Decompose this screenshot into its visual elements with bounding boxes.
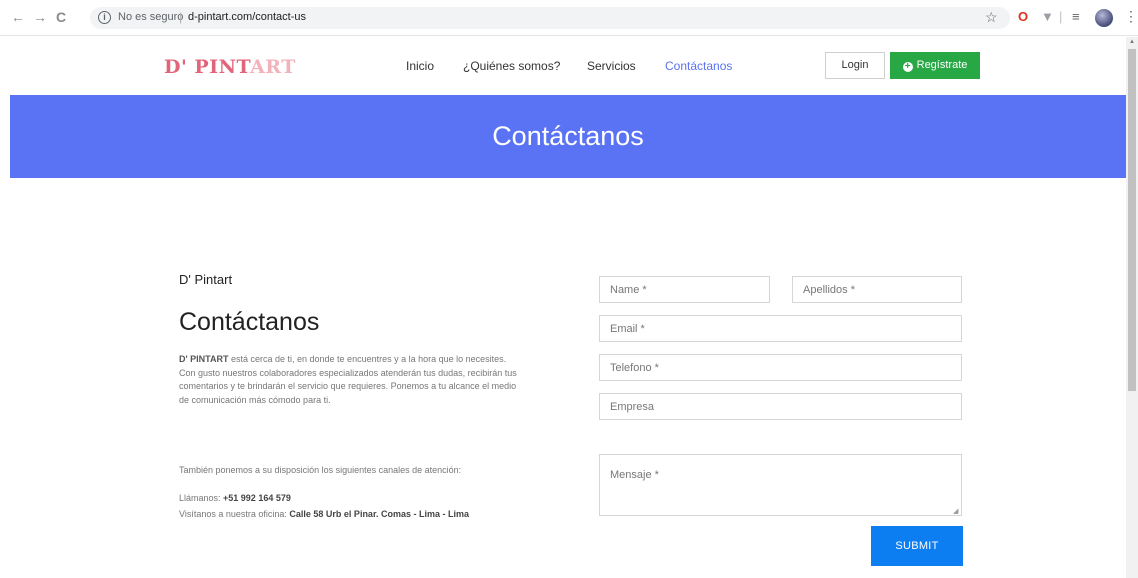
reading-list-icon[interactable]: ≡ [1072,9,1080,25]
nav-quienes-somos[interactable]: ¿Quiénes somos? [463,59,560,73]
contact-description: D' PINTART está cerca de ti, en donde te… [179,353,524,407]
bookmark-star-icon[interactable]: ☆ [985,9,998,26]
nav-servicios[interactable]: Servicios [587,59,636,73]
opera-extension-icon[interactable]: O [1018,9,1028,25]
page-banner: Contáctanos [10,95,1126,178]
phone-line: Llámanos: +51 992 164 579 [179,493,291,503]
channels-text: También ponemos a su disposición los sig… [179,465,462,475]
logo-text-dark: D' PINT [164,56,251,78]
nav-inicio[interactable]: Inicio [406,59,434,73]
register-label: Regístrate [916,59,968,71]
browser-toolbar: ← → C i No es seguro | d-pintart.com/con… [0,0,1138,36]
forward-button[interactable]: → [33,9,47,25]
reload-button[interactable]: C [56,9,66,25]
register-button[interactable]: + Regístrate [890,52,980,79]
plus-circle-icon: + [902,62,913,72]
logo-text-light: ART [250,56,296,78]
phone-number[interactable]: +51 992 164 579 [223,493,291,503]
name-input[interactable] [599,276,770,303]
contact-heading: Contáctanos [179,308,320,336]
description-text: está cerca de ti, en donde te encuentres… [179,354,517,405]
scroll-thumb[interactable] [1128,49,1136,391]
security-label[interactable]: No es seguro [118,11,183,23]
address-separator: | [179,10,183,24]
brand-name: D' Pintart [179,272,233,287]
office-address: Calle 58 Urb el Pinar. Comas - Lima - Li… [289,509,469,519]
phone-label: Llámanos: [179,493,224,503]
back-button[interactable]: ← [11,9,25,25]
telefono-input[interactable] [599,354,962,381]
empresa-input[interactable] [599,393,962,420]
page-scrollbar[interactable]: ▲ [1126,37,1138,578]
email-input[interactable] [599,315,962,342]
resize-handle-icon[interactable]: ◢ [953,507,958,515]
mensaje-textarea[interactable] [599,454,962,516]
info-icon[interactable]: i [98,11,111,24]
scroll-up-icon[interactable]: ▲ [1129,39,1135,45]
apellidos-input[interactable] [792,276,962,303]
office-line: Visítanos a nuestra oficina: Calle 58 Ur… [179,509,469,519]
office-label: Visítanos a nuestra oficina: [179,509,290,519]
toolbar-separator: | [1059,9,1063,24]
banner-title: Contáctanos [492,121,644,151]
site-header: D' PINTART Inicio ¿Quiénes somos? Servic… [0,37,1126,95]
url-text[interactable]: d-pintart.com/contact-us [188,11,306,23]
browser-menu-icon[interactable]: ⋮ [1124,8,1138,25]
nav-contactanos[interactable]: Contáctanos [665,59,732,73]
description-brand: D' PINTART [179,354,229,364]
vpn-extension-icon[interactable]: ▼ [1041,9,1054,25]
profile-avatar[interactable] [1095,9,1113,27]
submit-button[interactable]: SUBMIT [871,526,963,566]
login-button[interactable]: Login [825,52,885,79]
address-bar[interactable]: i No es seguro | d-pintart.com/contact-u… [90,7,1010,29]
site-logo[interactable]: D' PINTART [164,56,296,78]
